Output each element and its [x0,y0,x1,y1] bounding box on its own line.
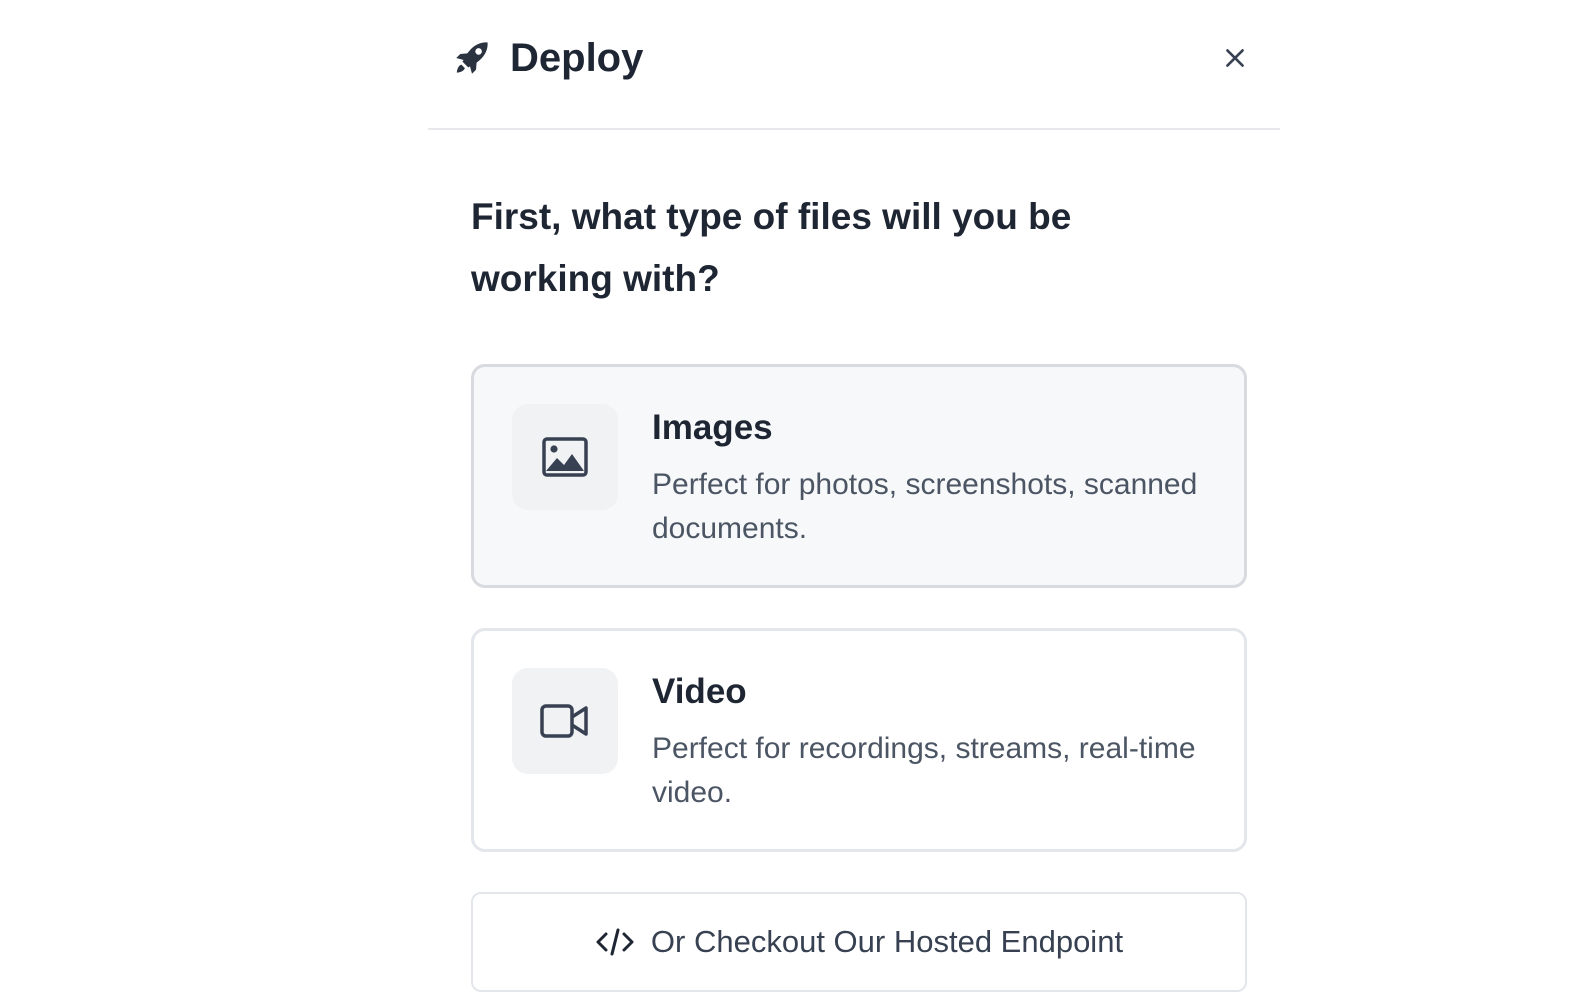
code-icon [596,928,634,956]
close-button[interactable] [1215,38,1255,78]
panel-title: Deploy [510,36,644,80]
file-type-question: First, what type of files will you be wo… [471,196,1072,299]
rocket-icon [456,42,488,74]
image-icon [542,437,588,477]
deploy-panel: Deploy First, what type of files will yo… [428,0,1280,1008]
option-images-icon-box [512,404,618,510]
option-images-card[interactable]: Images Perfect for photos, screenshots, … [471,364,1247,588]
option-images-title: Images [652,408,773,447]
option-video-card[interactable]: Video Perfect for recordings, streams, r… [471,628,1247,852]
option-video-title: Video [652,672,747,711]
hosted-endpoint-label: Or Checkout Our Hosted Endpoint [650,924,1124,959]
hosted-endpoint-button[interactable]: Or Checkout Our Hosted Endpoint [471,892,1247,992]
option-video-icon-box [512,668,618,774]
option-video-description: Perfect for recordings, streams, real-ti… [652,732,1196,809]
panel-header: Deploy [428,0,1280,130]
option-images-description: Perfect for photos, screenshots, scanned… [652,468,1198,545]
video-icon [540,704,588,738]
close-icon [1226,49,1244,67]
